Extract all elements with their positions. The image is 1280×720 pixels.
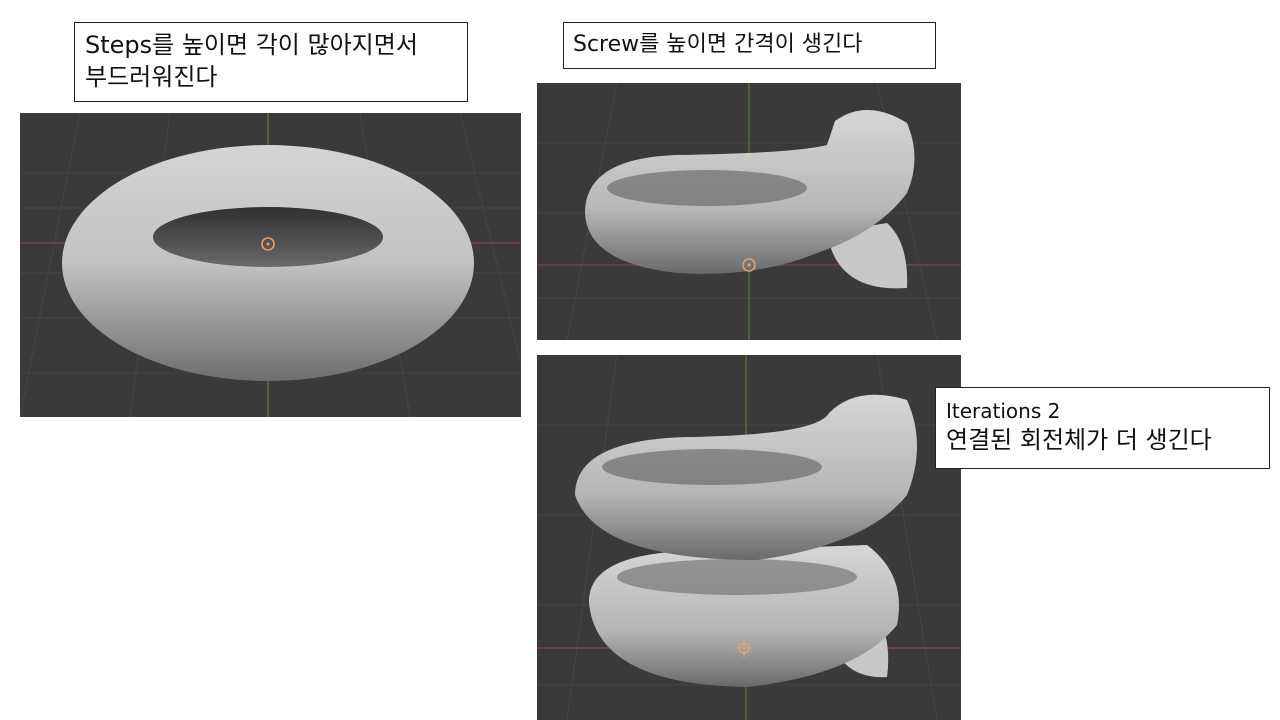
- torus-hole: [153, 207, 383, 267]
- steps-caption-line1: Steps를 높이면 각이 많아지면서: [85, 31, 418, 59]
- screw-caption: Screw를 높이면 간격이 생긴다: [563, 22, 936, 69]
- steps-caption: Steps를 높이면 각이 많아지면서 부드러워진다: [74, 22, 468, 102]
- helix-lower-shadow: [617, 559, 857, 595]
- iterations-caption: Iterations 2 연결된 회전체가 더 생긴다: [935, 387, 1270, 469]
- torus-scene: [20, 113, 521, 417]
- viewport-torus[interactable]: [20, 113, 521, 417]
- viewport-screw[interactable]: [537, 83, 961, 340]
- screw-caption-line1: Screw를 높이면 간격이 생긴다: [573, 32, 863, 57]
- steps-caption-line2: 부드러워진다: [85, 63, 218, 91]
- screw-scene: [537, 83, 961, 340]
- helix-scene: [537, 355, 961, 720]
- iterations-caption-line1: Iterations 2: [946, 399, 1061, 423]
- screw-inner-shadow: [607, 170, 807, 206]
- iterations-caption-line2: 연결된 회전체가 더 생긴다: [946, 426, 1212, 454]
- helix-upper-shadow: [602, 449, 822, 485]
- viewport-iterations[interactable]: [537, 355, 961, 720]
